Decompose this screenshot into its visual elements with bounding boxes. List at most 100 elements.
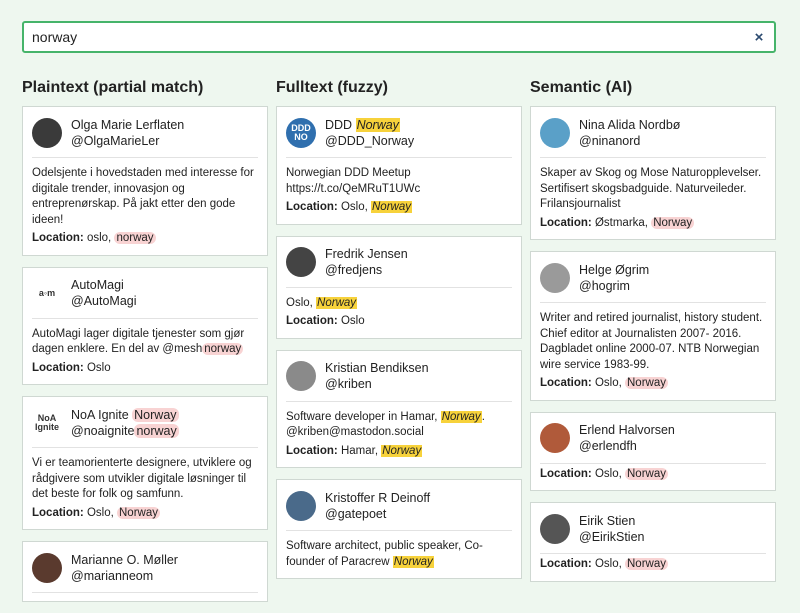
profile-card[interactable]: NoA Ignite NoA Ignite Norway @noaignite nor… [22,396,268,530]
profile-card[interactable]: Kristian Bendiksen @kriben Software develo… [276,349,522,468]
profile-location: Location: Østmarka, Norway [540,216,766,232]
profile-header: DDD NO DDD Norway @DDD_Norway [286,116,512,158]
profile-card[interactable]: Marianne O. Møller @marianneom [22,541,268,602]
match-highlight: Norway [625,377,668,389]
profile-card[interactable]: Eirik Stien @EirikStien Location: Oslo, No… [530,502,776,582]
column-plaintext: Plaintext (partial match) Olga Marie Ler… [22,78,268,613]
location-label: Location: [32,232,87,244]
match-highlight: Norway [381,444,423,457]
profile-header: NoA Ignite NoA Ignite Norway @noaignite nor… [32,406,258,448]
profile-handle[interactable]: @OlgaMarieLer [71,133,184,149]
profile-name[interactable]: Kristian Bendiksen [325,360,429,376]
clear-search-icon[interactable]: × [744,29,774,46]
profile-header: Nina Alida Nordbø @ninanord [540,116,766,158]
profile-name[interactable]: Helge Øgrim [579,262,649,278]
match-highlight: Norway [117,506,160,519]
profile-header: Erlend Halvorsen @erlendfh [540,422,766,464]
profile-handle[interactable]: @kriben [325,376,429,392]
avatar [540,423,570,453]
profile-header: Marianne O. Møller @marianneom [32,551,258,593]
text: Østmarka, [594,216,652,229]
profile-bio: Software architect, public speaker, Co-f… [286,539,512,570]
text: @noaignite [71,423,135,438]
profile-bio: AutoMagi lager digitale tjenester som gj… [32,327,258,358]
profile-card[interactable]: Nina Alida Nordbø @ninanord Skaper av Skog… [530,106,776,240]
text: Oslo, [594,558,625,570]
profile-handle[interactable]: @AutoMagi [71,293,137,309]
text: Oslo, [86,506,117,519]
avatar [540,513,570,544]
text: DDD [325,117,356,132]
profile-handle[interactable]: @gatepoet [325,506,430,522]
text: Software developer in Hamar, [286,410,441,423]
profile-card[interactable]: DDD NO DDD Norway @DDD_Norway Norwegian DDD… [276,106,522,225]
profile-bio: Vi er teamorienterte designere, utvikler… [32,457,252,500]
profile-handle[interactable]: @fredjens [325,262,408,278]
profile-header: Eirik Stien @EirikStien [540,512,766,554]
profile-location: Location: Oslo, Norway [540,467,766,483]
profile-handle[interactable]: @marianneom [71,568,178,584]
profile-handle[interactable]: @DDD_Norway [325,133,414,149]
profile-handle[interactable]: @noaignite norway [71,423,179,439]
profile-card[interactable]: Fredrik Jensen @fredjens Oslo, Norway Locat… [276,235,522,339]
profile-header: Fredrik Jensen @fredjens [286,246,512,288]
location-label: Location: [286,444,341,457]
match-highlight: norway [202,343,244,355]
match-highlight: Norway [355,117,400,132]
profile-bio: Oslo, Norway [286,296,512,312]
profile-card[interactable]: Kristoffer R Deinoff @gatepoet Software ar… [276,479,522,579]
search-input[interactable] [24,23,744,51]
profile-name[interactable]: Erlend Halvorsen [579,422,675,438]
search-bar: × [22,21,776,53]
profile-bio: Writer and retired journalist, history s… [540,312,763,371]
column-title: Plaintext (partial match) [22,79,204,96]
profile-name[interactable]: Olga Marie Lerflaten [71,117,184,133]
location-label: Location: [540,558,595,570]
profile-name[interactable]: DDD Norway [325,117,414,133]
avatar: a◦m [32,278,62,308]
match-highlight: Norway [440,410,482,423]
profile-name[interactable]: Fredrik Jensen [325,246,408,262]
match-highlight: Norway [625,467,668,480]
profile-handle[interactable]: @EirikStien [579,529,645,545]
profile-name[interactable]: NoA Ignite Norway [71,407,179,423]
match-highlight: Norway [651,216,695,229]
text: NoA Ignite [71,407,133,422]
profile-names: Helge Øgrim @hogrim [579,262,649,294]
location-label: Location: [32,361,87,374]
avatar: NoA Ignite [32,407,62,438]
profile-location: Location: Oslo, Norway [540,557,766,573]
avatar [286,247,316,277]
profile-names: Olga Marie Lerflaten @OlgaMarieLer [71,117,184,149]
profile-card[interactable]: a◦m AutoMagi @AutoMagi AutoMagi lager digit… [22,266,268,385]
location-label: Location: [540,216,595,229]
avatar: DDD NO [286,117,316,148]
profile-location: Location: Oslo [32,361,258,377]
profile-card[interactable]: Olga Marie Lerflaten @OlgaMarieLer Odelsje… [22,106,268,256]
column-title: Semantic (AI) [530,79,633,96]
column-title: Fulltext (fuzzy) [276,79,388,96]
profile-card[interactable]: Erlend Halvorsen @erlendfh Location: Oslo,… [530,411,776,491]
avatar [540,117,570,148]
location-label: Location: [286,201,341,213]
profile-names: Kristoffer R Deinoff @gatepoet [325,490,430,522]
profile-header: a◦m AutoMagi @AutoMagi [32,277,258,319]
text: Hamar, [340,444,382,457]
profile-name[interactable]: Kristoffer R Deinoff [325,490,430,506]
profile-location: Location: Oslo [286,314,512,330]
match-highlight: norway [114,232,156,244]
profile-location: Location: Oslo, Norway [286,200,512,216]
profile-name[interactable]: AutoMagi [71,277,137,293]
profile-name[interactable]: Nina Alida Nordbø [579,117,680,133]
profile-name[interactable]: Eirik Stien [579,513,645,529]
profile-handle[interactable]: @erlendfh [579,438,675,454]
profile-handle[interactable]: @hogrim [579,278,649,294]
text: Oslo [340,315,365,327]
profile-card[interactable]: Helge Øgrim @hogrim Writer and retired jou… [530,251,776,401]
profile-name[interactable]: Marianne O. Møller [71,552,178,568]
profile-header: Kristoffer R Deinoff @gatepoet [286,489,512,531]
avatar-logo-text: NoA Ignite [35,412,59,432]
profile-handle[interactable]: @ninanord [579,133,680,149]
match-highlight: Norway [316,296,358,309]
profile-bio: Odelsjente i hovedstaden med interesse f… [32,167,254,226]
